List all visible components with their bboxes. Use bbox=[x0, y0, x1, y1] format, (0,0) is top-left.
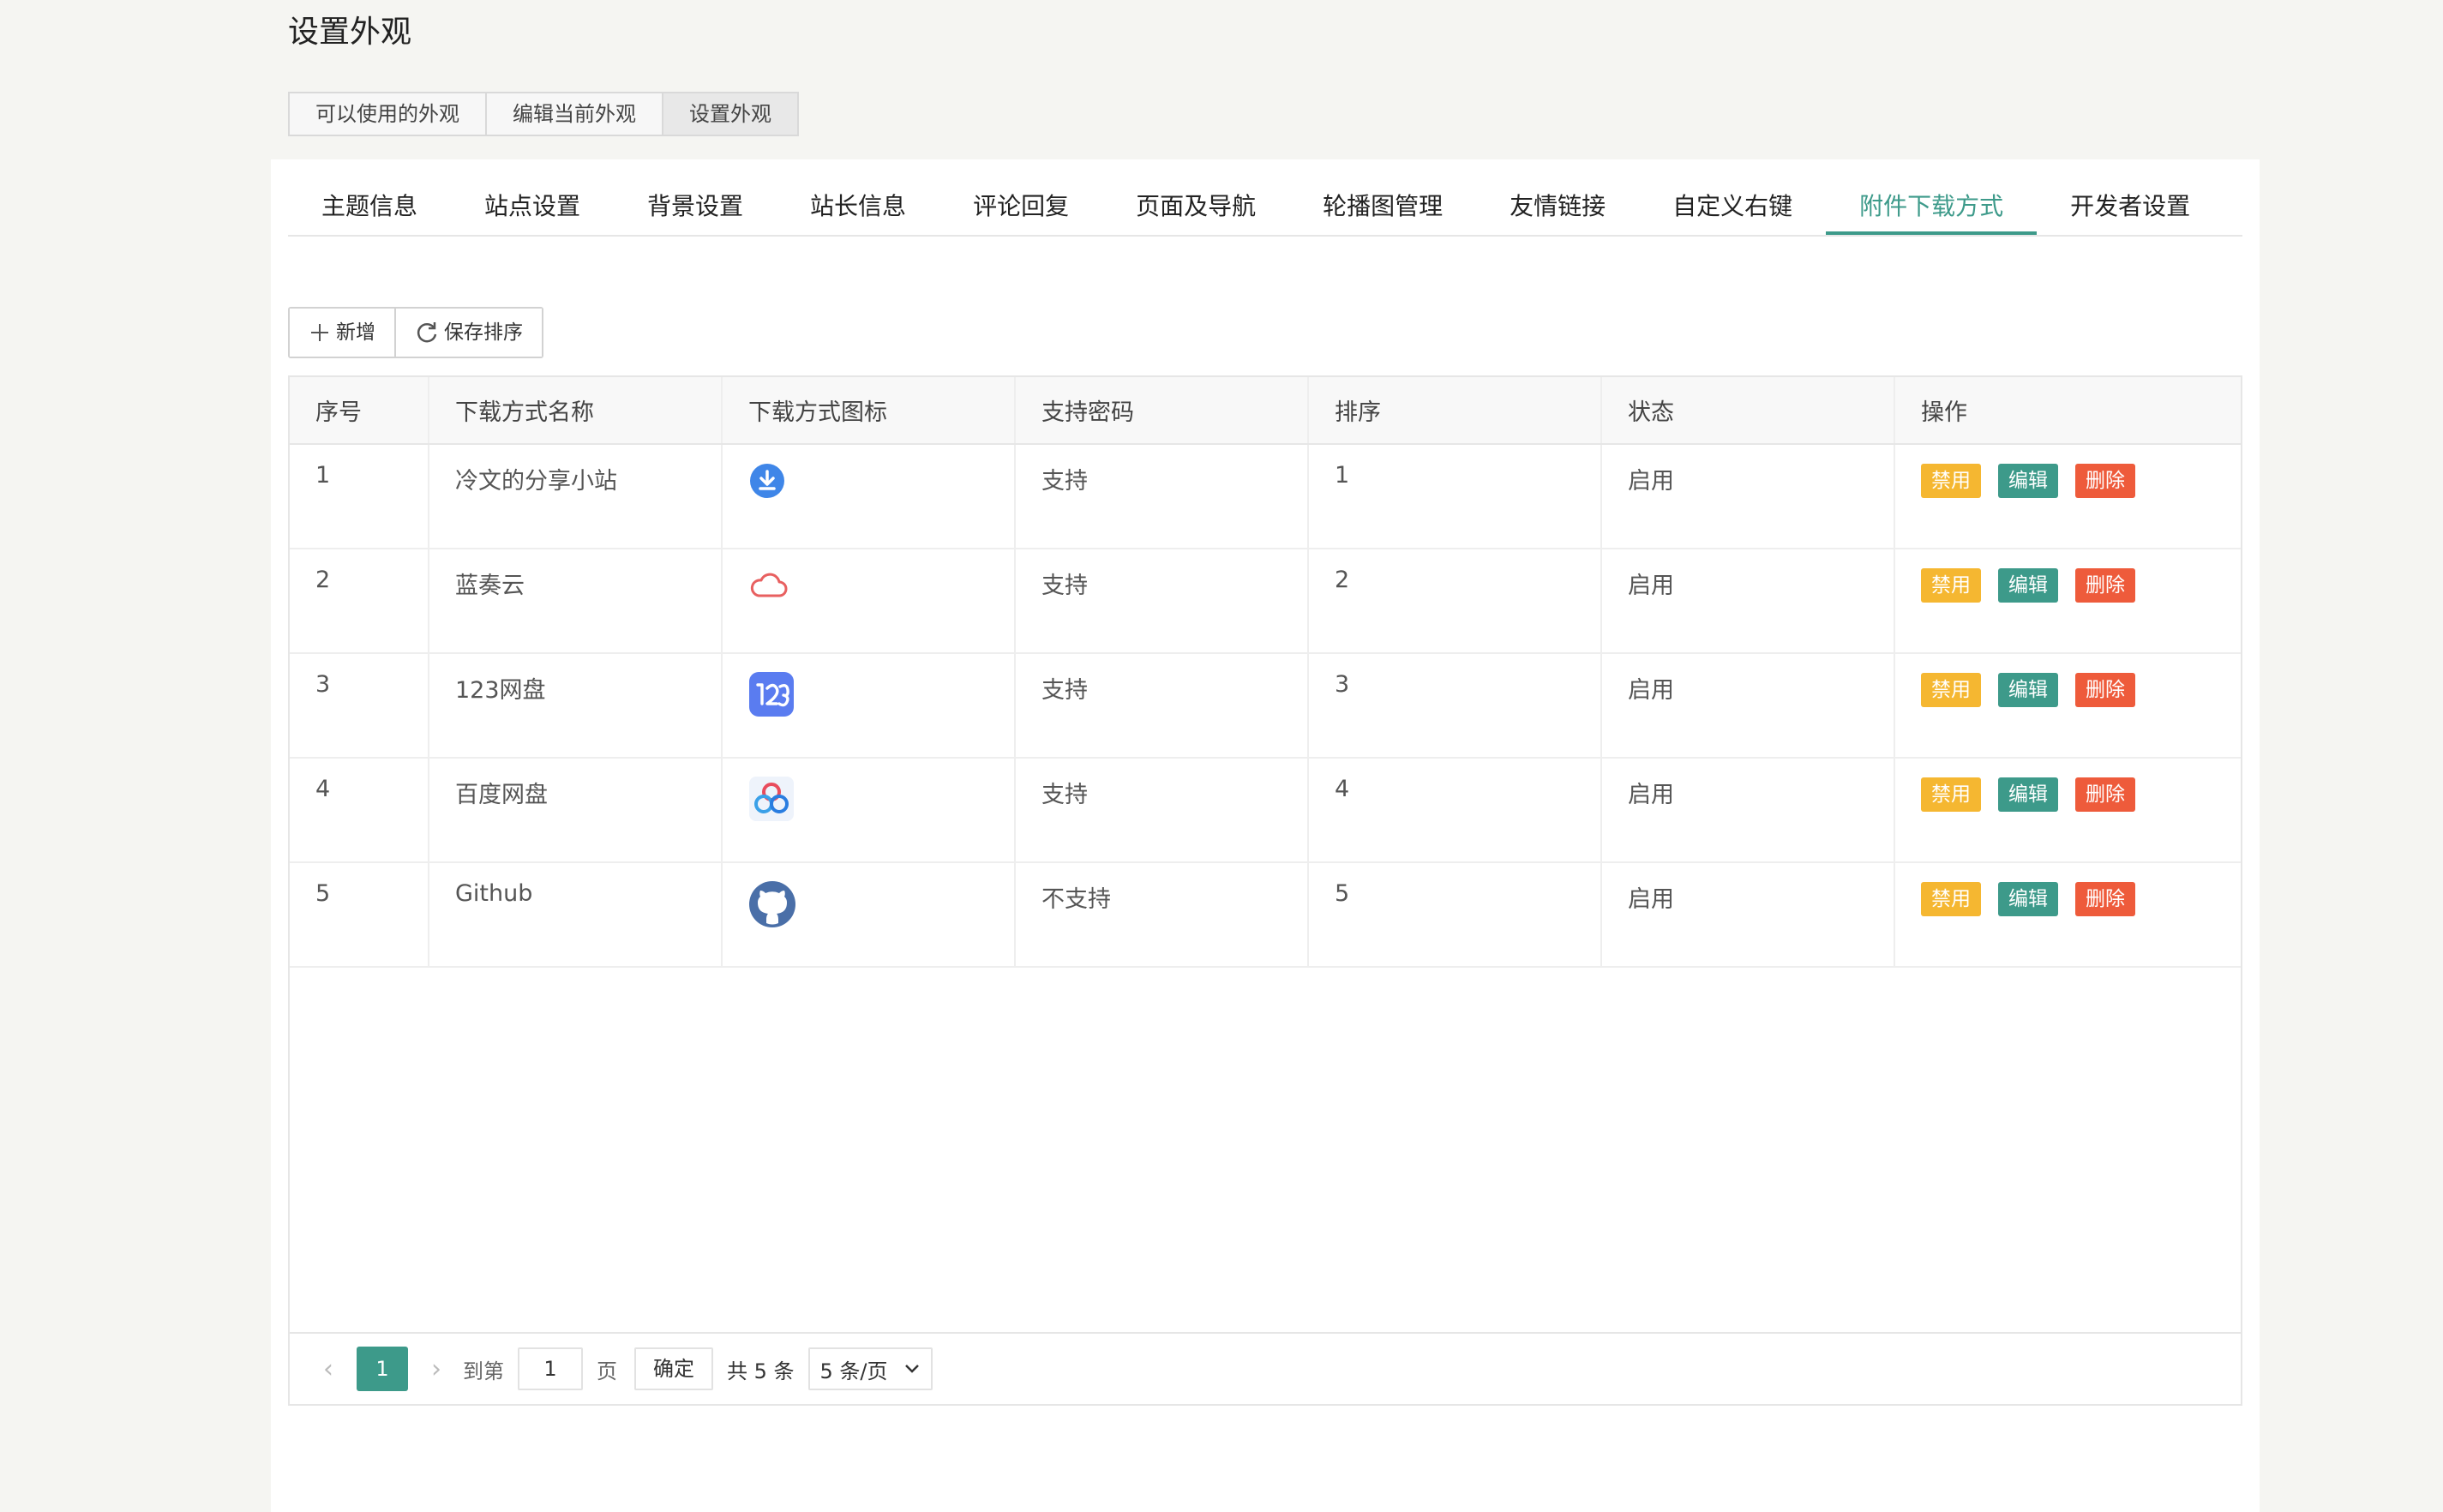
cell-password: 支持 bbox=[1015, 549, 1309, 653]
delete-button[interactable]: 删除 bbox=[2075, 673, 2135, 707]
sub-tab-site-settings[interactable]: 站点设置 bbox=[451, 180, 614, 235]
edit-button[interactable]: 编辑 bbox=[1998, 568, 2058, 603]
cell-password: 支持 bbox=[1015, 653, 1309, 758]
plus-icon bbox=[311, 324, 328, 341]
table-row: 4 百度网盘 支持 4 启用 禁用 编辑 删除 bbox=[290, 758, 2241, 862]
delete-button[interactable]: 删除 bbox=[2075, 464, 2135, 498]
sub-tab-background[interactable]: 背景设置 bbox=[614, 180, 777, 235]
header-order: 排序 bbox=[1308, 377, 1602, 445]
sub-tab-theme-info[interactable]: 主题信息 bbox=[288, 180, 451, 235]
cell-order: 4 bbox=[1308, 758, 1602, 862]
edit-button[interactable]: 编辑 bbox=[1998, 777, 2058, 812]
disable-button[interactable]: 禁用 bbox=[1921, 882, 1981, 916]
table-row: 1 冷文的分享小站 支持 1 启用 禁用 编辑 删除 bbox=[290, 444, 2241, 549]
delete-button[interactable]: 删除 bbox=[2075, 777, 2135, 812]
cell-status: 启用 bbox=[1601, 758, 1895, 862]
save-order-label: 保存排序 bbox=[444, 321, 523, 344]
delete-button[interactable]: 删除 bbox=[2075, 568, 2135, 603]
header-name: 下载方式名称 bbox=[429, 377, 723, 445]
disable-button[interactable]: 禁用 bbox=[1921, 777, 1981, 812]
save-order-button[interactable]: 保存排序 bbox=[394, 309, 542, 357]
cell-status: 启用 bbox=[1601, 444, 1895, 549]
pan123-icon bbox=[749, 672, 794, 717]
disable-button[interactable]: 禁用 bbox=[1921, 568, 1981, 603]
sub-tab-context-menu[interactable]: 自定义右键 bbox=[1639, 180, 1826, 235]
sub-tab-attachment-download[interactable]: 附件下载方式 bbox=[1826, 180, 2038, 235]
cell-order: 1 bbox=[1308, 444, 1602, 549]
prev-page-icon[interactable]: ‹ bbox=[315, 1354, 341, 1384]
header-index: 序号 bbox=[290, 377, 429, 445]
cell-password: 支持 bbox=[1015, 758, 1309, 862]
disable-button[interactable]: 禁用 bbox=[1921, 673, 1981, 707]
header-actions: 操作 bbox=[1894, 377, 2241, 445]
add-button-label: 新增 bbox=[336, 321, 375, 344]
cell-name: 123网盘 bbox=[429, 653, 723, 758]
download-methods-table: 序号 下载方式名称 下载方式图标 支持密码 排序 状态 操作 1 冷文的分享小站… bbox=[288, 375, 2242, 1406]
cell-name: Github bbox=[429, 862, 723, 967]
edit-button[interactable]: 编辑 bbox=[1998, 882, 2058, 916]
cell-name: 冷文的分享小站 bbox=[429, 444, 723, 549]
page-jump-confirm-button[interactable]: 确定 bbox=[634, 1347, 713, 1390]
refresh-icon bbox=[417, 322, 437, 343]
page-size-value: 5 条/页 bbox=[819, 1359, 888, 1383]
github-icon bbox=[749, 881, 795, 927]
edit-button[interactable]: 编辑 bbox=[1998, 464, 2058, 498]
table-header-row: 序号 下载方式名称 下载方式图标 支持密码 排序 状态 操作 bbox=[290, 377, 2241, 445]
header-status: 状态 bbox=[1601, 377, 1895, 445]
cell-index: 4 bbox=[290, 758, 429, 862]
cell-status: 启用 bbox=[1601, 549, 1895, 653]
page-button-current[interactable]: 1 bbox=[357, 1347, 408, 1391]
sub-tab-friend-links[interactable]: 友情链接 bbox=[1476, 180, 1639, 235]
goto-label: 到第 bbox=[463, 1359, 504, 1383]
table-toolbar: 新增 保存排序 bbox=[288, 307, 543, 358]
add-button[interactable]: 新增 bbox=[290, 309, 394, 357]
tab-available-themes[interactable]: 可以使用的外观 bbox=[290, 93, 487, 135]
cell-index: 1 bbox=[290, 444, 429, 549]
chevron-down-icon bbox=[904, 1365, 919, 1373]
settings-sub-tabs: 主题信息 站点设置 背景设置 站长信息 评论回复 页面及导航 轮播图管理 友情链… bbox=[288, 180, 2242, 237]
page-unit-label: 页 bbox=[597, 1359, 617, 1383]
sub-tab-comments[interactable]: 评论回复 bbox=[939, 180, 1102, 235]
page-size-select[interactable]: 5 条/页 bbox=[807, 1347, 933, 1390]
cell-password: 不支持 bbox=[1015, 862, 1309, 967]
sub-tab-owner-info[interactable]: 站长信息 bbox=[777, 180, 939, 235]
cell-password: 支持 bbox=[1015, 444, 1309, 549]
tab-edit-theme[interactable]: 编辑当前外观 bbox=[487, 93, 663, 135]
settings-panel: 主题信息 站点设置 背景设置 站长信息 评论回复 页面及导航 轮播图管理 友情链… bbox=[271, 159, 2260, 1512]
appearance-tabs: 可以使用的外观 编辑当前外观 设置外观 bbox=[288, 92, 799, 136]
header-icon: 下载方式图标 bbox=[722, 377, 1016, 445]
table-row: 2 蓝奏云 支持 2 启用 禁用 编辑 删除 bbox=[290, 549, 2241, 653]
next-page-icon[interactable]: › bbox=[423, 1354, 449, 1384]
cell-status: 启用 bbox=[1601, 862, 1895, 967]
page-title: 设置外观 bbox=[288, 15, 412, 50]
disable-button[interactable]: 禁用 bbox=[1921, 464, 1981, 498]
delete-button[interactable]: 删除 bbox=[2075, 882, 2135, 916]
sub-tab-carousel[interactable]: 轮播图管理 bbox=[1289, 180, 1476, 235]
header-password: 支持密码 bbox=[1015, 377, 1309, 445]
cell-index: 2 bbox=[290, 549, 429, 653]
cell-name: 蓝奏云 bbox=[429, 549, 723, 653]
cell-status: 启用 bbox=[1601, 653, 1895, 758]
sub-tab-developer[interactable]: 开发者设置 bbox=[2037, 180, 2224, 235]
cloud-icon bbox=[750, 573, 788, 597]
table-row: 3 123网盘 支持 3 启用 禁用 编辑 删除 bbox=[290, 653, 2241, 758]
cell-order: 5 bbox=[1308, 862, 1602, 967]
page-jump-input[interactable] bbox=[518, 1347, 583, 1390]
cell-order: 2 bbox=[1308, 549, 1602, 653]
download-circle-icon bbox=[750, 464, 784, 498]
cell-order: 3 bbox=[1308, 653, 1602, 758]
edit-button[interactable]: 编辑 bbox=[1998, 673, 2058, 707]
tab-theme-settings[interactable]: 设置外观 bbox=[663, 93, 797, 135]
cell-index: 5 bbox=[290, 862, 429, 967]
cell-index: 3 bbox=[290, 653, 429, 758]
sub-tab-pages-nav[interactable]: 页面及导航 bbox=[1102, 180, 1289, 235]
cell-name: 百度网盘 bbox=[429, 758, 723, 862]
pagination: ‹ 1 › 到第 页 确定 共 5 条 5 条/页 bbox=[290, 1332, 2241, 1404]
baidu-pan-icon bbox=[749, 777, 794, 821]
table-row: 5 Github 不支持 5 启用 禁用 编辑 删除 bbox=[290, 862, 2241, 967]
total-count: 共 5 条 bbox=[727, 1359, 795, 1383]
